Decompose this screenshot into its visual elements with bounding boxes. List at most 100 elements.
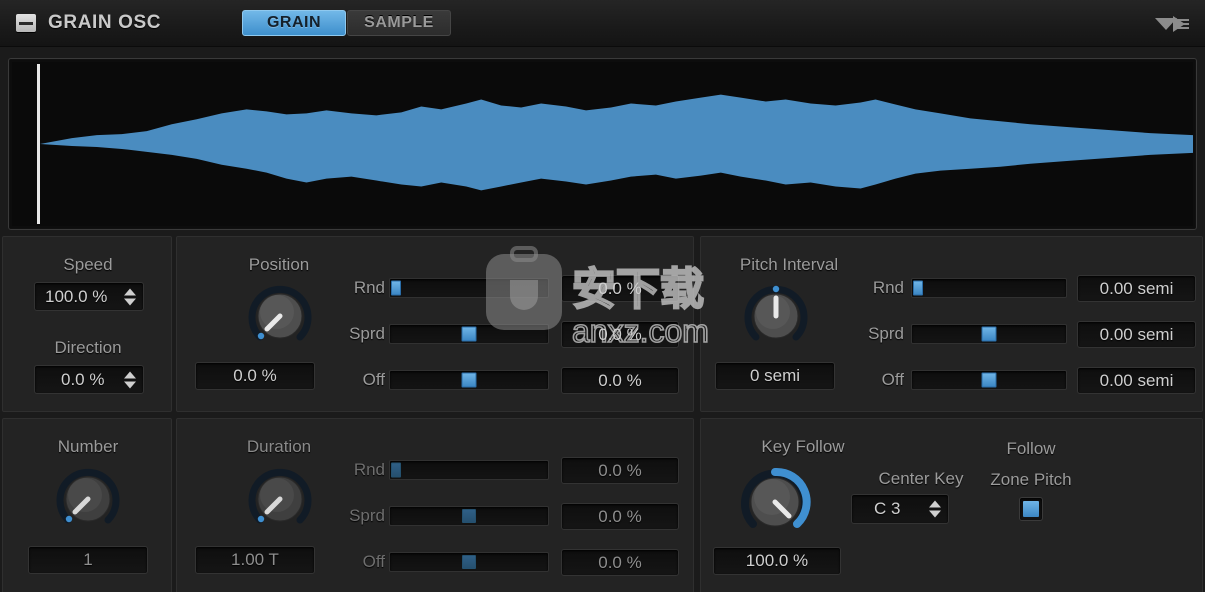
pitch-rnd-value-field[interactable]: 0.00 semi <box>1077 275 1196 302</box>
duration-sprd-value-field[interactable]: 0.0 % <box>561 503 679 530</box>
slider-handle[interactable] <box>391 280 402 296</box>
pitch-interval-label: Pitch Interval <box>739 255 839 274</box>
duration-sprd-value: 0.0 % <box>598 506 642 526</box>
mode-tab-group: GRAIN SAMPLE <box>242 10 451 36</box>
key-follow-label: Key Follow <box>761 437 845 456</box>
direction-stepper[interactable] <box>124 371 136 388</box>
number-value: 1 <box>83 550 93 569</box>
duration-value-field[interactable]: 1.00 T <box>195 546 315 574</box>
number-knob[interactable] <box>55 466 121 532</box>
slider-handle[interactable] <box>461 372 477 388</box>
slider-handle[interactable] <box>462 555 476 569</box>
slider-handle[interactable] <box>462 509 476 523</box>
pitch-off-value: 0.00 semi <box>1099 370 1174 390</box>
duration-off-row: Off 0.0 % <box>331 549 683 576</box>
sample-waveform-display[interactable] <box>8 58 1197 230</box>
follow-zone-pitch-checkbox[interactable] <box>1019 497 1043 521</box>
position-sprd-label: Sprd <box>349 324 385 343</box>
pitch-rnd-slider[interactable] <box>911 278 1067 298</box>
duration-off-value-field[interactable]: 0.0 % <box>561 549 679 576</box>
duration-value: 1.00 T <box>231 550 279 569</box>
module-header: GRAIN OSC GRAIN SAMPLE <box>0 0 1205 47</box>
slider-handle[interactable] <box>913 280 924 296</box>
chevron-down-icon[interactable] <box>929 510 941 518</box>
key-follow-value: 100.0 % <box>745 551 809 570</box>
direction-label: Direction <box>54 338 122 357</box>
duration-off-slider[interactable] <box>389 552 549 572</box>
duration-rnd-row: Rnd 0.0 % <box>331 457 683 484</box>
position-knob[interactable] <box>247 283 313 349</box>
position-off-row: Off 0.0 % <box>331 367 683 394</box>
duration-rnd-value-field[interactable]: 0.0 % <box>561 457 679 484</box>
number-value-field[interactable]: 1 <box>28 546 148 574</box>
speed-stepper[interactable] <box>124 288 136 305</box>
key-follow-value-field[interactable]: 100.0 % <box>713 547 841 575</box>
duration-label: Duration <box>246 437 312 456</box>
number-panel: Number 1 <box>2 418 172 592</box>
pitch-sprd-row: Sprd 0.00 semi <box>851 321 1196 348</box>
duration-sprd-row: Sprd 0.0 % <box>331 503 683 530</box>
position-rnd-value: 0.0 % <box>598 278 642 298</box>
position-sprd-slider[interactable] <box>389 324 549 344</box>
pitch-rnd-label: Rnd <box>872 278 904 297</box>
slider-handle[interactable] <box>981 372 997 388</box>
follow-zone-pitch-label-line2: Zone Pitch <box>990 470 1072 489</box>
waveform-shape <box>39 94 1193 191</box>
speed-panel: Speed 100.0 % Direction 0.0 % <box>2 236 172 412</box>
pitch-sprd-value-field[interactable]: 0.00 semi <box>1077 321 1196 348</box>
duration-sprd-slider[interactable] <box>389 506 549 526</box>
duration-rnd-slider[interactable] <box>389 460 549 480</box>
page-title: GRAIN OSC <box>48 12 162 33</box>
tab-sample[interactable]: SAMPLE <box>347 10 451 36</box>
playhead-cursor[interactable] <box>37 64 40 224</box>
position-rnd-slider[interactable] <box>389 278 549 298</box>
pitch-interval-value-field[interactable]: 0 semi <box>715 362 835 390</box>
center-key-stepper[interactable] <box>929 500 941 518</box>
direction-value: 0.0 % <box>61 369 105 389</box>
pitch-rnd-value: 0.00 semi <box>1099 278 1174 298</box>
chevron-up-icon[interactable] <box>124 371 136 378</box>
pitch-off-slider[interactable] <box>911 370 1067 390</box>
position-off-value-field[interactable]: 0.0 % <box>561 367 679 394</box>
direction-value-field[interactable]: 0.0 % <box>34 365 144 394</box>
position-sprd-row: Sprd 0.0 % <box>331 321 683 348</box>
pitch-interval-panel: Pitch Interval 0 semi Rnd 0.00 semi Sprd… <box>700 236 1203 412</box>
center-key-value: C 3 <box>874 499 901 518</box>
pitch-off-value-field[interactable]: 0.00 semi <box>1077 367 1196 394</box>
slider-handle[interactable] <box>461 326 477 342</box>
center-key-field[interactable]: C 3 <box>851 494 949 524</box>
duration-sprd-label: Sprd <box>349 506 385 525</box>
position-off-slider[interactable] <box>389 370 549 390</box>
duration-off-label: Off <box>362 552 385 571</box>
chevron-down-icon[interactable] <box>124 298 136 305</box>
pitch-off-label: Off <box>881 370 904 389</box>
pitch-sprd-label: Sprd <box>868 324 904 343</box>
position-rnd-label: Rnd <box>353 278 385 297</box>
waveform-canvas <box>12 62 1193 226</box>
speed-value: 100.0 % <box>45 286 108 306</box>
position-rnd-row: Rnd 0.0 % <box>331 275 683 302</box>
position-value-field[interactable]: 0.0 % <box>195 362 315 390</box>
position-label: Position <box>248 255 310 274</box>
pitch-interval-knob[interactable] <box>743 283 809 349</box>
speed-value-field[interactable]: 100.0 % <box>34 282 144 311</box>
position-sprd-value-field[interactable]: 0.0 % <box>561 321 679 348</box>
pitch-sprd-slider[interactable] <box>911 324 1067 344</box>
chevron-down-icon[interactable] <box>124 381 136 388</box>
duration-knob[interactable] <box>247 466 313 532</box>
duration-rnd-label: Rnd <box>353 460 385 479</box>
key-follow-knob[interactable] <box>739 466 811 538</box>
pitch-sprd-value: 0.00 semi <box>1099 324 1174 344</box>
minus-box-icon[interactable] <box>16 14 36 32</box>
tab-grain[interactable]: GRAIN <box>242 10 346 36</box>
chevron-up-icon[interactable] <box>929 500 941 508</box>
arrow-right-icon[interactable] <box>1147 12 1191 36</box>
position-rnd-value-field[interactable]: 0.0 % <box>561 275 679 302</box>
slider-handle[interactable] <box>981 326 997 342</box>
chevron-up-icon[interactable] <box>124 288 136 295</box>
grain-oscillator-panel: GRAIN OSC GRAIN SAMPLE Speed 100.0 % Dir… <box>0 0 1205 592</box>
duration-panel: Duration 1.00 T Rnd 0.0 % Sprd 0.0 % Off… <box>176 418 694 592</box>
slider-handle[interactable] <box>391 462 402 478</box>
position-off-label: Off <box>362 370 385 389</box>
position-off-value: 0.0 % <box>598 370 642 390</box>
